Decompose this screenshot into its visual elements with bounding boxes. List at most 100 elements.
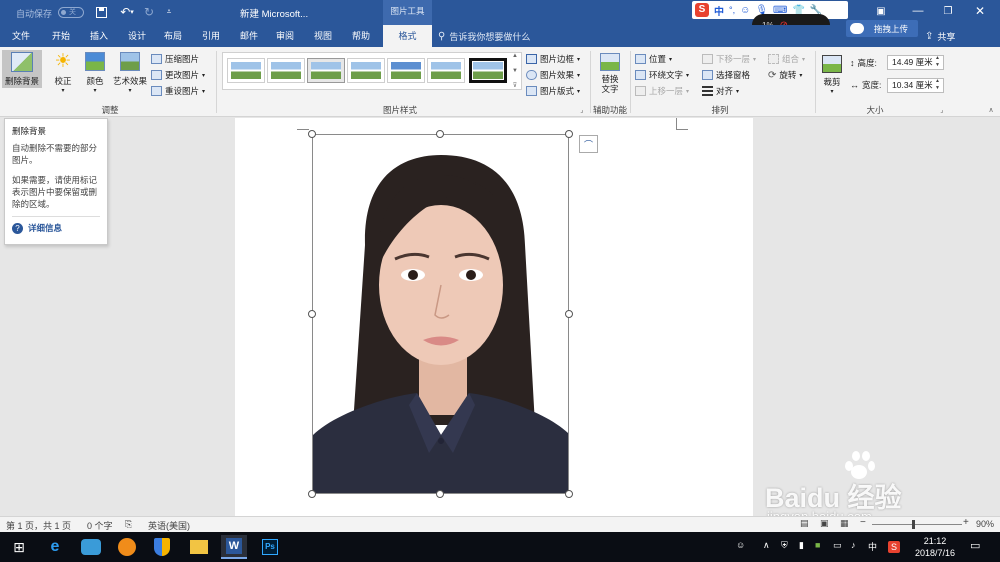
tab-file[interactable]: 文件 — [6, 25, 36, 47]
reset-picture-button[interactable]: 重设图片 ▾ — [151, 85, 205, 97]
ribbon-display-icon[interactable]: ▣ — [873, 4, 889, 18]
zoom-slider-thumb[interactable] — [912, 520, 915, 529]
word-icon[interactable]: W — [221, 535, 247, 559]
resize-handle[interactable] — [308, 130, 316, 138]
resize-handle[interactable] — [308, 490, 316, 498]
nvidia-icon[interactable]: ■ — [815, 540, 820, 550]
tooltip-more-info[interactable]: ? 详细信息 — [12, 216, 100, 234]
tab-references[interactable]: 引用 — [196, 25, 226, 47]
web-layout-icon[interactable]: ▦ — [840, 518, 849, 529]
style-thumbnail[interactable] — [307, 58, 345, 83]
punctuation-icon[interactable]: °, — [729, 5, 735, 15]
redo-icon[interactable]: ↻ — [142, 5, 156, 19]
zoom-in-icon[interactable]: + — [963, 517, 969, 528]
width-spinner[interactable]: ▲ ▼ — [935, 78, 943, 93]
tab-help[interactable]: 帮助 — [346, 25, 376, 47]
more-icon[interactable]: ⊽ — [513, 82, 517, 89]
notification-icon[interactable]: ▭ — [970, 539, 980, 552]
group-button[interactable]: 组合 ▾ — [768, 53, 805, 65]
page-count[interactable]: 第 1 页，共 1 页 — [6, 519, 71, 532]
align-button[interactable]: 对齐 ▾ — [702, 85, 739, 97]
change-picture-button[interactable]: 更改图片 ▾ — [151, 69, 205, 81]
volume-icon[interactable]: ♪ — [851, 540, 856, 550]
zoom-level[interactable]: 90% — [976, 519, 994, 529]
tell-me-box[interactable]: ⚲ 告诉我你想要做什么 — [438, 29, 530, 43]
ime-mode[interactable]: 中 — [714, 3, 724, 18]
customize-qat-icon[interactable]: ⩡ — [164, 5, 174, 19]
sogou-icon[interactable]: S — [888, 541, 900, 553]
compress-pictures-button[interactable]: 压缩图片 — [151, 53, 199, 65]
rotate-button[interactable]: ⟳ 旋转 ▾ — [768, 69, 802, 81]
position-button[interactable]: 位置 ▾ — [635, 53, 672, 65]
autosave-toggle[interactable]: 关 — [58, 7, 84, 18]
proofing-icon[interactable]: ⎘ — [125, 519, 132, 530]
tab-format[interactable]: 格式 — [383, 25, 432, 47]
print-layout-icon[interactable]: ▣ — [820, 518, 829, 529]
ie-browser-icon[interactable]: e — [42, 535, 68, 559]
color-button[interactable]: 颜色 ▾ — [82, 52, 108, 94]
minimize-icon[interactable]: — — [910, 4, 926, 18]
emoji-icon[interactable]: ☺ — [740, 5, 750, 16]
dialog-launcher-icon[interactable]: ⌟ — [938, 106, 946, 114]
usb-icon[interactable]: ▮ — [799, 540, 804, 551]
resize-handle[interactable] — [565, 490, 573, 498]
chevron-down-icon[interactable]: ▼ — [512, 68, 518, 74]
tab-design[interactable]: 设计 — [122, 25, 152, 47]
windows-start-icon[interactable]: ⊞ — [6, 535, 32, 559]
close-icon[interactable]: ✕ — [972, 4, 988, 18]
height-spinner[interactable]: ▲ ▼ — [935, 55, 943, 70]
picture-effects-button[interactable]: 图片效果 ▾ — [526, 69, 580, 81]
chevron-up-icon[interactable]: ∧ — [763, 540, 770, 551]
bring-forward-button[interactable]: 上移一层 ▾ — [635, 85, 689, 97]
security-icon[interactable]: ⛨ — [781, 540, 788, 551]
selected-picture[interactable] — [312, 134, 569, 494]
picture-layout-button[interactable]: 图片版式 ▾ — [526, 85, 580, 97]
photoshop-icon[interactable]: Ps — [257, 535, 283, 559]
layout-options-icon[interactable]: ⌒ — [579, 135, 598, 153]
save-icon[interactable] — [94, 5, 108, 19]
corrections-button[interactable]: ☀ 校正 ▾ — [50, 52, 76, 95]
zoom-slider[interactable] — [872, 520, 962, 529]
resize-handle[interactable] — [565, 310, 573, 318]
gallery-scroll[interactable]: ▲ ▼ ⊽ — [510, 53, 520, 89]
alt-text-button[interactable]: 替换文字 — [594, 53, 626, 94]
resize-handle[interactable] — [565, 130, 573, 138]
style-thumbnail[interactable] — [267, 58, 305, 83]
collapse-ribbon-icon[interactable]: ∧ — [986, 105, 996, 115]
selection-pane-button[interactable]: 选择窗格 — [702, 69, 750, 81]
browser-icon[interactable] — [114, 535, 140, 559]
tab-layout[interactable]: 布局 — [158, 25, 188, 47]
tab-mailings[interactable]: 邮件 — [234, 25, 264, 47]
zoom-out-icon[interactable]: − — [860, 517, 866, 528]
style-thumbnail[interactable] — [347, 58, 385, 83]
maximize-icon[interactable]: ❐ — [940, 4, 956, 18]
chevron-up-icon[interactable]: ▲ — [512, 53, 518, 59]
resize-handle[interactable] — [436, 130, 444, 138]
artistic-effects-button[interactable]: 艺术效果 ▾ — [110, 52, 150, 94]
dialog-launcher-icon[interactable]: ⌟ — [578, 106, 586, 114]
read-mode-icon[interactable]: ▤ — [800, 518, 809, 529]
upload-button[interactable]: 拖拽上传 — [846, 20, 918, 37]
style-thumbnail[interactable] — [427, 58, 465, 83]
shield-icon[interactable] — [149, 535, 175, 559]
resize-handle[interactable] — [436, 490, 444, 498]
tab-review[interactable]: 审阅 — [270, 25, 300, 47]
clock[interactable]: 21:12 2018/7/16 — [912, 535, 958, 559]
style-thumbnail[interactable] — [227, 58, 265, 83]
undo-icon[interactable]: ↶ ▾ — [116, 5, 138, 19]
tab-insert[interactable]: 插入 — [84, 25, 114, 47]
wrap-text-button[interactable]: 环绕文字 ▾ — [635, 69, 689, 81]
style-thumbnail[interactable] — [469, 58, 507, 83]
network-icon[interactable]: ▭ — [833, 540, 842, 551]
crop-button[interactable]: 裁剪 ▾ — [818, 55, 846, 95]
picture-border-button[interactable]: 图片边框 ▾ — [526, 53, 580, 65]
share-button[interactable]: ⇪ 共享 — [925, 28, 955, 44]
tab-view[interactable]: 视图 — [308, 25, 338, 47]
tab-home[interactable]: 开始 — [46, 25, 76, 47]
file-explorer-icon[interactable] — [186, 535, 212, 559]
people-icon[interactable]: ☺ — [736, 540, 745, 550]
word-count[interactable]: 0 个字 — [87, 519, 113, 532]
send-backward-button[interactable]: 下移一层 ▾ — [702, 53, 756, 65]
remove-background-button[interactable]: 删除背景 — [2, 50, 42, 88]
app-icon[interactable] — [78, 535, 104, 559]
